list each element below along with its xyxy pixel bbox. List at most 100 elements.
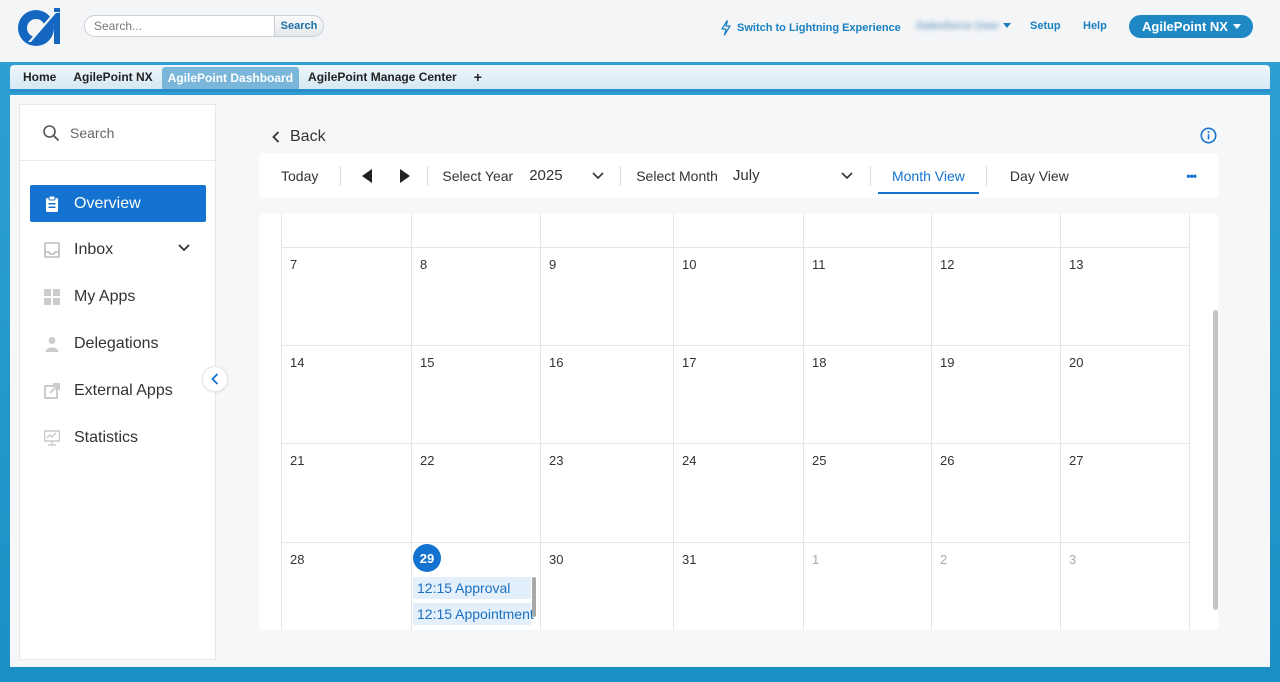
calendar-day-cell[interactable] (1060, 542, 1189, 630)
day-number: 22 (420, 453, 435, 468)
day-view-tab[interactable]: Day View (1010, 168, 1069, 184)
sidebar-item-overview[interactable]: Overview (30, 185, 206, 222)
caret-down-icon (1233, 24, 1241, 29)
top-header: Search Switch to Lightning Experience Sa… (0, 0, 1280, 62)
switch-lightning-link[interactable]: Switch to Lightning Experience (720, 20, 901, 36)
calendar-scrollbar[interactable] (1213, 310, 1218, 610)
tab-agilepoint-manage-center[interactable]: AgilePoint Manage Center (301, 65, 464, 89)
more-options-button[interactable]: ••• (1186, 169, 1197, 183)
main-panel: Overview Inbox My Apps Delegat (10, 95, 1270, 667)
tab-agilepoint-nx[interactable]: AgilePoint NX (66, 65, 159, 89)
help-link[interactable]: Help (1083, 20, 1107, 32)
sidebar-item-external-apps[interactable]: External Apps (30, 372, 206, 409)
global-search-button[interactable]: Search (274, 15, 324, 37)
day-number: 2 (940, 552, 948, 567)
chevron-down-icon (592, 171, 604, 179)
day-number: 1 (812, 552, 820, 567)
toolbar-divider (340, 165, 342, 186)
apps-grid-icon (44, 288, 60, 305)
day-number: 12 (940, 257, 955, 272)
sidebar-item-label: External Apps (74, 381, 173, 399)
day-number: 10 (682, 257, 697, 272)
setup-link[interactable]: Setup (1030, 20, 1061, 32)
global-search-input[interactable] (84, 15, 274, 37)
day-number: 3 (1069, 552, 1077, 567)
day-number: 19 (940, 355, 955, 370)
sidebar-collapse-button[interactable] (202, 366, 228, 392)
info-icon[interactable] (1200, 127, 1217, 149)
chevron-left-icon (272, 131, 280, 143)
sidebar: Overview Inbox My Apps Delegat (19, 104, 216, 660)
add-tab-button[interactable]: + (464, 65, 492, 89)
year-select[interactable]: 2025 (529, 167, 604, 184)
event-list-scrollbar[interactable] (532, 577, 536, 617)
sidebar-search-input[interactable] (70, 124, 190, 141)
day-number: 7 (290, 257, 298, 272)
calendar-grid: 7 8 9 10 11 12 13 14 15 16 17 18 19 20 21 22 23 24 25 26 27 2… (281, 214, 1190, 630)
triangle-left-icon (362, 168, 373, 183)
day-number: 20 (1069, 355, 1084, 370)
calendar-day-cell[interactable] (803, 542, 931, 630)
day-number: 11 (812, 257, 826, 272)
day-number: 16 (549, 355, 564, 370)
grid-border (1189, 214, 1190, 630)
sidebar-item-my-apps[interactable]: My Apps (30, 278, 206, 315)
day-number: 13 (1069, 257, 1084, 272)
calendar-event[interactable]: 12:15 Appointment (413, 603, 534, 625)
month-view-tab[interactable]: Month View (877, 153, 979, 198)
day-number: 18 (812, 355, 827, 370)
toolbar-divider (427, 165, 429, 186)
day-number: 8 (420, 257, 428, 272)
today-badge[interactable]: 29 (413, 544, 441, 572)
calendar-day-cell[interactable] (411, 247, 540, 345)
day-number: 9 (549, 257, 557, 272)
search-icon (43, 124, 59, 141)
sidebar-item-statistics[interactable]: Statistics (30, 419, 206, 456)
agilepoint-logo[interactable] (14, 6, 62, 46)
chart-monitor-icon (44, 429, 60, 446)
global-search: Search (84, 15, 324, 37)
tab-agilepoint-dashboard[interactable]: AgilePoint Dashboard (161, 67, 300, 89)
sidebar-item-inbox[interactable]: Inbox (30, 231, 206, 268)
sidebar-item-label: Statistics (74, 428, 139, 446)
month-select[interactable]: July (733, 167, 853, 184)
lightning-icon (721, 20, 731, 36)
calendar-day-cell[interactable] (540, 247, 673, 345)
chevron-down-icon[interactable] (178, 244, 190, 252)
day-number: 28 (290, 552, 305, 567)
sidebar-item-label: My Apps (74, 287, 136, 305)
today-button[interactable]: Today (281, 168, 318, 184)
switch-lightning-label: Switch to Lightning Experience (737, 22, 901, 34)
toolbar-divider (869, 165, 871, 186)
day-number: 30 (549, 552, 564, 567)
day-number: 25 (812, 453, 827, 468)
calendar-day-cell[interactable] (281, 247, 411, 345)
previous-month-button[interactable] (361, 168, 373, 183)
chevron-down-icon (841, 171, 853, 179)
day-number: 31 (682, 552, 697, 567)
back-link[interactable]: Back (272, 128, 326, 146)
tab-bar: Home AgilePoint NX AgilePoint Dashboard … (10, 65, 1270, 92)
day-number: 15 (420, 355, 435, 370)
user-name: Salesforce User (916, 20, 1000, 32)
calendar-toolbar: Today Select Year 2025 Select Month July (259, 153, 1218, 198)
day-number: 27 (1069, 453, 1084, 468)
chevron-left-icon (211, 373, 219, 385)
app-switcher-label: AgilePoint NX (1142, 19, 1228, 34)
tab-home[interactable]: Home (10, 65, 66, 89)
sidebar-item-label: Overview (74, 194, 141, 212)
calendar-event[interactable]: 12:15 Approval (413, 577, 531, 599)
clipboard-icon (46, 195, 58, 212)
next-month-button[interactable] (399, 168, 411, 183)
toolbar-divider (985, 165, 987, 186)
day-number: 17 (682, 355, 697, 370)
day-number: 14 (290, 355, 305, 370)
user-menu[interactable]: Salesforce User (916, 20, 1012, 32)
sidebar-search (20, 105, 215, 161)
day-number: 26 (940, 453, 955, 468)
sidebar-item-delegations[interactable]: Delegations (30, 325, 206, 362)
inbox-icon (44, 241, 60, 258)
app-switcher-button[interactable]: AgilePoint NX (1129, 15, 1253, 38)
external-link-icon (44, 382, 60, 399)
calendar-day-cell[interactable] (931, 542, 1060, 630)
